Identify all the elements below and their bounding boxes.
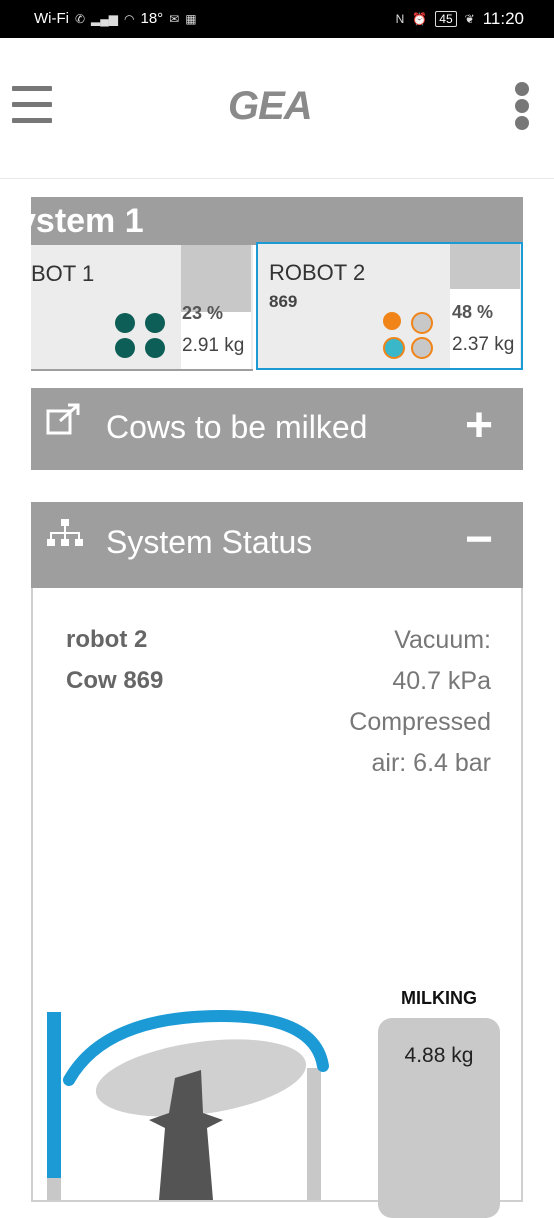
- teat-indicator: [411, 312, 433, 334]
- cows-to-be-milked-label: Cows to be milked: [106, 409, 368, 445]
- status-bar: Wi-Fi ✆ ▂▄▆ ◠ 18° ✉ ▦ N ⏰ 45 ❦ 11:20: [0, 0, 554, 38]
- robot-card-1[interactable]: BOT 1 23 % 2.91 kg: [31, 245, 253, 371]
- temperature: 18°: [140, 10, 164, 27]
- robot-name: ROBOT 2: [269, 260, 366, 285]
- status-bar-left: Wi-Fi ✆ ▂▄▆ ◠ 18° ✉ ▦: [34, 10, 197, 27]
- teat-indicator: [145, 338, 165, 358]
- system-status-bar[interactable]: System Status −: [31, 502, 523, 588]
- milk-percent: 23 %: [182, 303, 224, 323]
- system-title-text: ystem 1: [31, 202, 144, 240]
- call-icon: ✆: [74, 11, 86, 26]
- system-status-panel: robot 2 Cow 869 Vacuum: 40.7 kPa Compres…: [31, 588, 523, 1218]
- menu-icon[interactable]: [12, 86, 52, 124]
- clock: 11:20: [482, 9, 524, 28]
- status-robot-name: robot 2: [66, 626, 148, 653]
- teat-indicator: [115, 338, 135, 358]
- milking-state: MILKING: [401, 988, 477, 1008]
- external-link-icon: [46, 403, 80, 435]
- milking-robot-illustration: [47, 1009, 329, 1200]
- robot-list: BOT 1 23 % 2.91 kg ROBOT 2 869 48 % 2.37…: [31, 242, 523, 371]
- teat-indicator: [383, 312, 401, 330]
- network-label: Wi-Fi: [34, 10, 69, 27]
- milk-container: 4.88 kg: [378, 1018, 500, 1218]
- mail-icon: ✉: [169, 11, 180, 26]
- milk-gauge-fill: [450, 244, 520, 289]
- alarm-icon: ⏰: [412, 12, 428, 26]
- milk-gauge-fill: [181, 245, 251, 312]
- signal-icon: ▂▄▆: [91, 11, 119, 26]
- milk-amount: 2.37 kg: [452, 334, 515, 355]
- milking-amount: 4.88 kg: [404, 1044, 474, 1067]
- milk-amount: 2.91 kg: [182, 335, 245, 356]
- battery-icon: 45: [435, 11, 457, 27]
- status-cow: Cow 869: [66, 667, 164, 694]
- robot-cow-number: 869: [269, 292, 298, 311]
- compressed-air-value: air: 6.4 bar: [371, 749, 491, 777]
- leaf-icon: ❦: [464, 12, 475, 26]
- status-bar-right: N ⏰ 45 ❦ 11:20: [396, 9, 524, 29]
- teat-indicator: [145, 313, 165, 333]
- vacuum-label: Vacuum:: [394, 626, 491, 654]
- expand-icon[interactable]: +: [465, 402, 493, 450]
- teat-indicator: [411, 337, 433, 359]
- milk-percent: 48 %: [452, 302, 494, 322]
- more-options-icon[interactable]: [513, 82, 531, 130]
- cows-to-be-milked-bar[interactable]: Cows to be milked +: [31, 388, 523, 470]
- compressed-air-label: Compressed: [349, 708, 491, 736]
- vacuum-value: 40.7 kPa: [392, 667, 491, 695]
- teat-indicator: [383, 337, 405, 359]
- app-header: GEA: [0, 38, 554, 179]
- robot-name: BOT 1: [31, 261, 95, 286]
- system-status-label: System Status: [106, 524, 313, 560]
- robot-card-2[interactable]: ROBOT 2 869 48 % 2.37 kg: [256, 242, 523, 370]
- collapse-icon[interactable]: −: [465, 516, 493, 564]
- network-icon: [47, 519, 83, 546]
- system-title: ystem 1: [31, 197, 523, 245]
- gea-logo: GEA: [228, 84, 313, 128]
- nfc-icon: N: [395, 12, 405, 26]
- wifi-icon: ◠: [124, 11, 135, 26]
- teat-indicator: [115, 313, 135, 333]
- calendar-icon: ▦: [185, 11, 197, 26]
